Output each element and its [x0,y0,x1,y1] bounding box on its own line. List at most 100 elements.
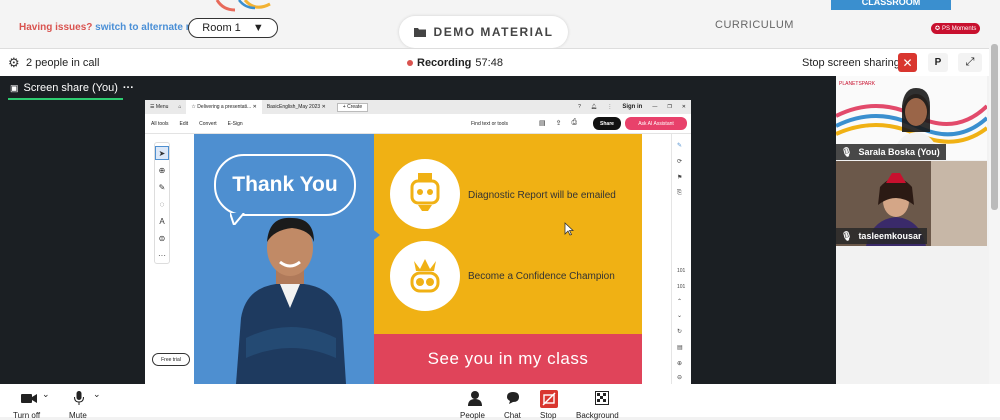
page-down-icon[interactable]: ⌄ [677,312,682,319]
browser-tab-bar: ☰ Menu ⌂ ☆ Delivering a presentati... ✕ … [145,100,691,114]
print-icon[interactable]: ⎙ [572,119,578,127]
signin-link[interactable]: Sign in [617,100,647,114]
maximize-icon[interactable]: ❐ [662,100,676,114]
curriculum-tab[interactable]: CURRICULUM [715,19,794,31]
bell-icon[interactable]: 🔔︎ [586,100,602,114]
browser-menu-tab[interactable]: ☰ Menu [145,100,173,114]
text-box-icon[interactable]: A [155,214,169,228]
browser-tab-presentation[interactable]: ☆ Delivering a presentati... ✕ [186,100,262,114]
bookmark-icon[interactable]: ⚑ [677,174,682,181]
chat-label: Chat [504,411,521,420]
home-icon[interactable]: ⌂ [173,100,186,114]
stop-sharing-label[interactable]: Stop screen sharing [802,57,900,69]
gear-icon[interactable]: ⚙ [8,55,20,71]
mic-options-chevron-icon[interactable]: ⌄ [93,389,101,400]
find-text-tools[interactable]: Find text or tools [471,121,508,127]
video-label-student: 🎙︎ tasleemkousar [836,228,928,244]
acrobat-right-panel: ✎ ⟳ ⚑ ⎘ 101 101 ⌃ ⌄ ↻ ▤ ⊕ ⊖ [671,134,691,384]
menu-convert[interactable]: Convert [199,121,217,127]
expand-icon: ⤢ [965,56,975,68]
stop-share-icon[interactable] [540,390,558,412]
room-select[interactable]: Room 1 ▼ [188,18,278,38]
pen-icon[interactable]: ✎ [155,180,169,194]
screen-share-label: Screen share (You) [23,82,118,94]
monitor-icon: ▣ [10,82,19,93]
page-total: 101 [677,284,686,290]
confidence-champion-text: Become a Confidence Champion [468,271,615,282]
ai-assistant-button[interactable]: Ask AI Assistant [625,117,687,130]
issues-notice: Having issues? switch to alternate room [19,22,211,33]
recording-dot-icon [407,60,413,66]
diagnostic-report-text: Diagnostic Report will be emailed [468,190,616,201]
toolbar-icons: ▤ ⇪ ⎙ [539,119,577,127]
mute-label: Mute [69,411,87,420]
document-icon[interactable]: ▤ [677,344,683,351]
stop-label: Stop [540,411,557,420]
help-icon[interactable]: ? [573,100,586,114]
select-cursor-icon[interactable]: ➤ [155,146,169,160]
bottom-control-bar [0,384,1000,417]
apps-icon[interactable]: ⋮ [602,100,617,114]
scrollbar-thumb[interactable] [991,44,998,210]
rotate-icon[interactable]: ↻ [677,328,682,335]
mouse-cursor-icon [564,222,574,236]
free-trial-button[interactable]: Free trial [152,353,190,366]
dropdown-triangle-icon: ▼ [252,22,264,34]
more-options-icon[interactable]: ··· [123,82,134,94]
camera-icon[interactable] [21,391,37,408]
zoom-tool-icon[interactable]: ⊕ [155,163,169,177]
report-badge [390,159,460,229]
new-tab-label: Create [347,104,363,110]
stamp-icon[interactable]: ⊜ [155,231,169,245]
save-icon[interactable]: ▤ [539,119,546,127]
copy-icon[interactable]: ⎘ [677,190,682,197]
share-button[interactable]: Share [593,117,621,130]
participant-name: Sarala Boska (You) [858,147,940,157]
ps-moments-button[interactable]: ✪ PS Moments [931,23,981,34]
menu-esign[interactable]: E-Sign [228,121,243,127]
people-icon[interactable] [468,391,482,410]
expand-button[interactable]: ⤢ [958,53,982,72]
recording-indicator: Recording 57:48 [407,57,503,69]
people-label: People [460,411,485,420]
more-tools-icon[interactable]: ··· [155,248,169,262]
champion-badge [390,241,460,311]
crown-robot-icon [410,259,440,293]
lasso-icon[interactable]: ◌ [155,197,169,211]
participant-avatar-button[interactable]: P [928,53,948,72]
minimize-icon[interactable]: — [647,100,662,114]
issues-text: Having issues? [19,22,93,33]
recording-label: Recording [417,57,472,69]
video-tile-self[interactable]: PLANETSPARK 🎙︎ Sarala Boska (You) [836,76,987,160]
stop-sharing-button[interactable]: ✕ [898,53,917,72]
ps-moments-icon: ✪ [935,26,941,32]
new-tab-button[interactable]: + Create [336,102,369,112]
presenter-photo [236,217,346,384]
zoom-in-icon[interactable]: ⊕ [677,360,682,367]
screen-share-tab[interactable]: ▣ Screen share (You) ··· [10,82,134,94]
camera-options-chevron-icon[interactable]: ⌄ [42,389,50,400]
microphone-icon[interactable] [74,391,84,410]
robot-icon [410,173,440,211]
demo-material-button[interactable]: DEMO MATERIAL [399,16,568,48]
slide-arrow-decoration [370,227,380,243]
ps-moments-label: PS Moments [942,25,977,32]
video-tile-student[interactable]: 🎙︎ tasleemkousar [836,161,987,246]
sync-icon[interactable]: ⟳ [677,158,682,165]
page-number[interactable]: 101 [677,268,685,274]
browser-tab-basicenglish[interactable]: BasicEnglish_May 2023 ✕ [262,100,331,114]
recording-time: 57:48 [475,57,503,69]
browser-tab-label: BasicEnglish_May 2023 [266,104,321,110]
menu-all-tools[interactable]: All tools [151,121,169,127]
people-count: 2 people in call [26,57,100,69]
upload-icon[interactable]: ⇪ [556,119,562,127]
shared-browser-window: ☰ Menu ⌂ ☆ Delivering a presentati... ✕ … [145,100,691,384]
camera-label: Turn off [13,411,41,420]
menu-edit[interactable]: Edit [180,121,189,127]
chat-icon[interactable] [506,391,520,409]
window-close-icon[interactable]: ✕ [677,100,691,114]
comment-icon[interactable]: ✎ [677,142,682,149]
page-up-icon[interactable]: ⌃ [677,298,682,305]
background-icon[interactable] [595,391,609,409]
zoom-out-icon[interactable]: ⊖ [677,374,682,381]
